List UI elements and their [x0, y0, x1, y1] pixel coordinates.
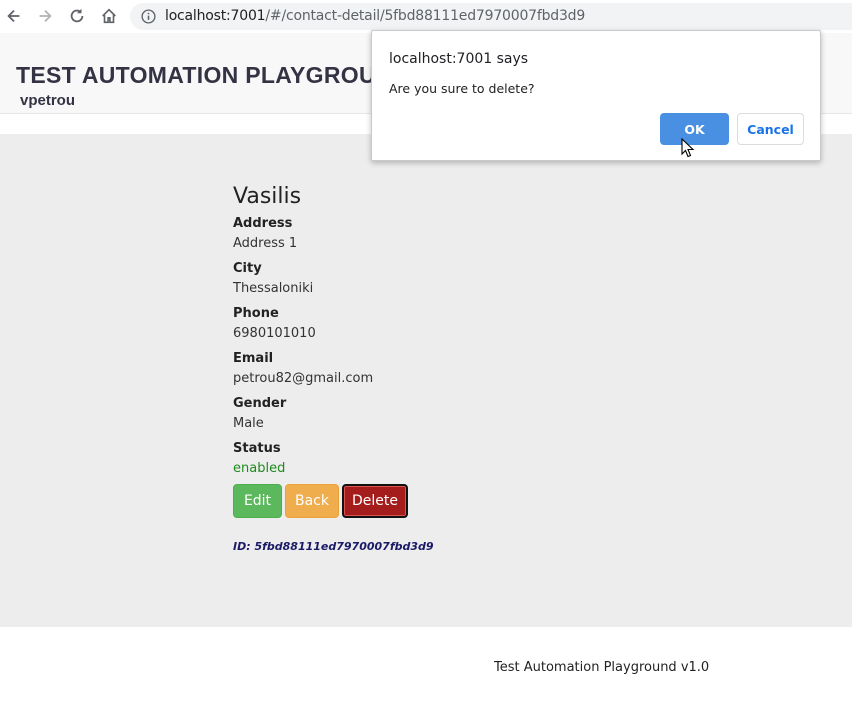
address-label: Address	[233, 216, 293, 231]
gender-label: Gender	[233, 396, 287, 411]
email-value: petrou82@gmail.com	[233, 371, 374, 386]
url-path: /#/contact-detail/5fbd88111ed7970007fbd3…	[265, 8, 586, 24]
mouse-pointer-icon	[681, 138, 695, 158]
confirm-dialog: localhost:7001 says Are you sure to dele…	[371, 30, 821, 161]
app-title: TEST AUTOMATION PLAYGROU	[16, 62, 376, 88]
email-label: Email	[233, 351, 274, 366]
content-area: Vasilis Address Address 1 City Thessalon…	[0, 134, 852, 627]
contact-detail: Vasilis Address Address 1 City Thessalon…	[233, 184, 653, 553]
phone-value: 6980101010	[233, 326, 316, 341]
url-host: localhost:7001	[165, 8, 266, 24]
reload-icon[interactable]	[65, 4, 89, 28]
browser-toolbar: localhost:7001/#/contact-detail/5fbd8811…	[0, 0, 852, 33]
back-arrow-icon[interactable]	[2, 4, 26, 28]
status-label: Status	[233, 441, 281, 456]
current-user: vpetrou	[20, 92, 76, 109]
address-value: Address 1	[233, 236, 298, 251]
city-label: City	[233, 261, 262, 276]
city-value: Thessaloniki	[233, 281, 314, 296]
gender-value: Male	[233, 416, 264, 431]
info-icon[interactable]	[140, 8, 157, 25]
dialog-cancel-button[interactable]: Cancel	[737, 113, 804, 145]
dialog-title: localhost:7001 says	[389, 51, 529, 67]
url-text[interactable]: localhost:7001/#/contact-detail/5fbd8811…	[165, 8, 585, 24]
contact-id: ID: 5fbd88111ed7970007fbd3d9	[233, 540, 434, 553]
dialog-message: Are you sure to delete?	[389, 81, 535, 96]
edit-button[interactable]: Edit	[233, 484, 282, 518]
delete-button[interactable]: Delete	[342, 484, 408, 518]
status-value: enabled	[233, 461, 286, 476]
phone-label: Phone	[233, 306, 279, 321]
action-buttons: Edit Back Delete	[233, 484, 653, 518]
address-bar[interactable]: localhost:7001/#/contact-detail/5fbd8811…	[130, 3, 852, 30]
contact-name: Vasilis	[233, 184, 302, 209]
home-icon[interactable]	[97, 4, 121, 28]
back-button[interactable]: Back	[285, 484, 339, 518]
forward-arrow-icon[interactable]	[33, 4, 57, 28]
footer-text: Test Automation Playground v1.0	[494, 660, 710, 675]
